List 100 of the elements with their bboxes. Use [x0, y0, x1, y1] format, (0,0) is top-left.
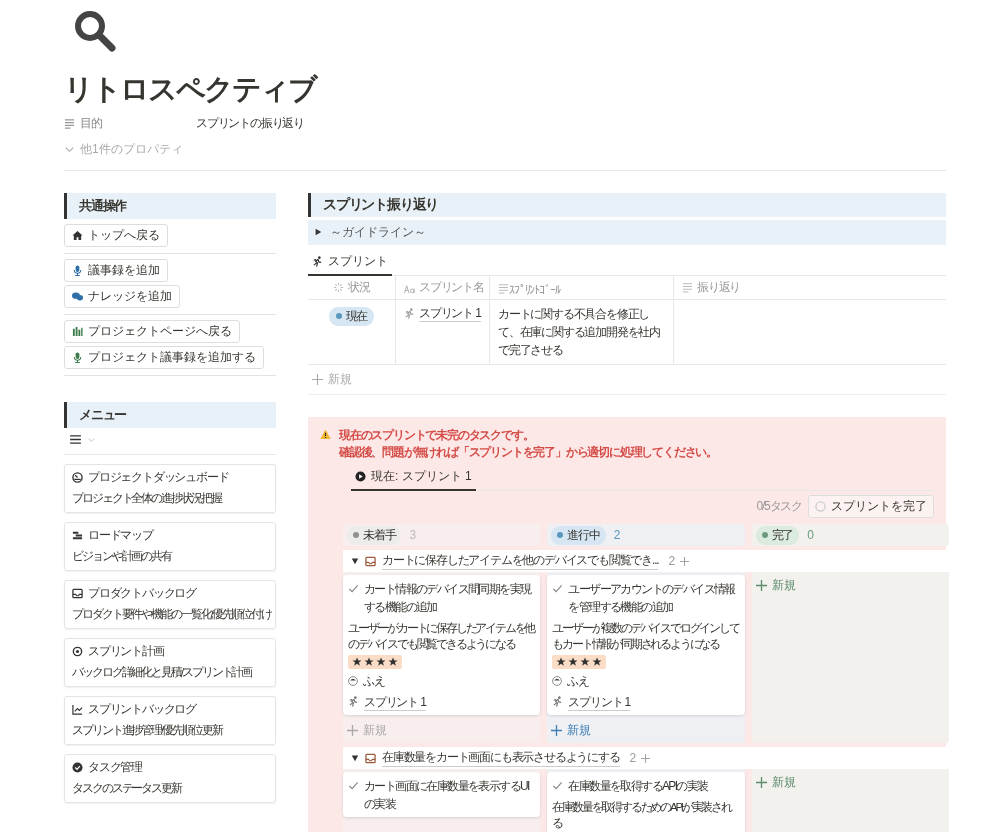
- menu-card-title: ロードマップ: [88, 527, 153, 545]
- task-card[interactable]: カート画面に在庫数量を表示するUIの実装: [343, 772, 541, 818]
- task-title: カート情報のデバイス間同期を実現する機能の追加: [364, 581, 532, 617]
- column-count: 0: [807, 528, 813, 543]
- text-lines-icon: [64, 118, 75, 130]
- section-heading: スプリント振り返り: [308, 192, 946, 217]
- dashboard-icon: [72, 472, 83, 484]
- status-tag: 完了: [755, 525, 800, 545]
- plus-icon: [755, 580, 767, 592]
- group-header[interactable]: カートに保存したアイテムを他のデバイスでも閲覧でき... 2: [343, 550, 949, 573]
- task-description: 在庫数量を取得するためのAPIが実装される: [552, 800, 733, 832]
- list-view-icon[interactable]: [70, 435, 81, 445]
- task-card[interactable]: ユーザーアカウントのデバイス情報を管理する機能の追加 ユーザーが複数のデバイスでログインしてもカート情報が同期されるようになる ふえ スプリント 1: [547, 575, 745, 716]
- new-card-button[interactable]: 新規: [751, 575, 800, 597]
- complete-sprint-button[interactable]: スプリントを完了: [808, 495, 934, 519]
- star-icon: [580, 656, 591, 667]
- star-icon: [568, 656, 579, 667]
- guideline-toggle[interactable]: ～ガイドライン～: [308, 219, 946, 245]
- inbox-icon: [72, 588, 83, 600]
- column-count: 2: [613, 528, 620, 543]
- view-tab[interactable]: 現在: スプリント 1: [351, 464, 476, 492]
- group-title[interactable]: 在庫数量をカート画面にも表示させるようにする: [382, 749, 620, 768]
- triangle-right-icon: [314, 228, 322, 237]
- warning-icon: [320, 428, 331, 440]
- target-icon: [72, 646, 83, 658]
- running-figure-icon: [404, 307, 415, 319]
- caret-down-icon[interactable]: [351, 754, 359, 763]
- status-tag: 未着手: [347, 525, 402, 545]
- property-label: 目的: [80, 115, 103, 133]
- avatar-icon: [552, 676, 563, 687]
- inbox-icon: [365, 752, 376, 764]
- menu-card[interactable]: プロジェクトダッシュボード プロジェクト全体の進捗状況把握: [64, 463, 276, 513]
- task-card[interactable]: カート情報のデバイス間同期を実現する機能の追加 ユーザーがカートに保存したアイテムを他のデバイスでも閲覧できるようになる ふえ スプリント 1: [343, 575, 541, 716]
- page-title: リトロスペクティブ: [64, 72, 319, 107]
- play-icon: [355, 471, 366, 483]
- star-icon: [592, 656, 603, 667]
- action-button[interactable]: プロジェクト議事録を追加する: [64, 345, 264, 369]
- star-icon: [556, 656, 567, 667]
- text-lines-icon: [498, 282, 509, 294]
- menu-card-description: ビジョンや計画の共有: [72, 548, 173, 564]
- inbox-icon: [365, 555, 376, 567]
- group-title[interactable]: カートに保存したアイテムを他のデバイスでも閲覧でき...: [382, 552, 659, 571]
- star-icon: [364, 656, 374, 667]
- avatar-icon: [348, 676, 358, 687]
- group-count: 2: [629, 751, 636, 766]
- action-button[interactable]: ナレッジを追加: [64, 284, 180, 308]
- task-title: ユーザーアカウントのデバイス情報を管理する機能の追加: [568, 581, 736, 617]
- microphone-icon: [72, 264, 83, 276]
- sprint-link[interactable]: スプリント 1: [364, 694, 426, 712]
- menu-card-description: スプリント進捗管理/優先順位更新: [72, 722, 224, 738]
- assignee-name: ふえ: [363, 672, 385, 690]
- status-tag: 進行中: [551, 525, 606, 545]
- caret-down-icon[interactable]: [351, 557, 359, 566]
- menu-card[interactable]: ロードマップ ビジョンや計画の共有: [64, 521, 276, 571]
- task-count: 0/5タスク: [756, 498, 802, 516]
- menu-card-title: スプリントバックログ: [88, 701, 196, 719]
- microphone-icon: [72, 351, 83, 363]
- task-description: ユーザーがカートに保存したアイテムを他のデバイスでも閲覧できるようになる: [348, 621, 536, 653]
- column-count: 3: [409, 528, 415, 543]
- task-card[interactable]: 在庫数量を取得するAPIの実装 在庫数量を取得するためのAPIが実装される: [547, 772, 745, 832]
- search-icon: [72, 8, 116, 52]
- action-button[interactable]: 議事録を追加: [64, 258, 168, 282]
- menu-card[interactable]: スプリント計画 バックログ詳細化と見積/スプリント計画: [64, 637, 276, 687]
- new-card-button[interactable]: 新規: [547, 720, 596, 742]
- group-header[interactable]: 在庫数量をカート画面にも表示させるようにする 2: [343, 747, 949, 770]
- section-heading: メニュー: [64, 401, 276, 428]
- menu-card[interactable]: タスク管理 タスクのステータス更新: [64, 753, 276, 803]
- section-heading: 共通操作: [64, 192, 276, 219]
- group-count: 2: [668, 554, 674, 569]
- menu-card-description: タスクのステータス更新: [72, 780, 183, 796]
- star-icon: [376, 656, 386, 667]
- plus-icon: [347, 725, 358, 737]
- text-type-icon: [404, 283, 415, 295]
- table-cell: カートに関する不具合を修正して、在庫に関する追加開発を社内で完了させる: [490, 299, 674, 364]
- menu-card[interactable]: スプリントバックログ スプリント進捗管理/優先順位更新: [64, 695, 276, 745]
- plus-icon: [755, 777, 767, 789]
- view-tab[interactable]: スプリント: [308, 248, 392, 276]
- action-button[interactable]: プロジェクトページへ戻る: [64, 319, 240, 343]
- property-value: スプリントの振り返り: [196, 115, 304, 133]
- sprint-link[interactable]: スプリント 1: [419, 305, 481, 323]
- new-card-button[interactable]: 新規: [751, 772, 800, 794]
- menu-card-title: プロジェクトダッシュボード: [88, 469, 229, 487]
- menu-card-description: プロジェクト全体の進捗状況把握: [72, 490, 223, 506]
- task-title: カート画面に在庫数量を表示するUIの実装: [364, 778, 531, 814]
- star-icon: [388, 656, 398, 667]
- running-figure-icon: [348, 696, 359, 708]
- running-figure-icon: [312, 255, 323, 267]
- menu-card-title: スプリント計画: [88, 643, 164, 661]
- action-button[interactable]: トップへ戻る: [64, 223, 168, 247]
- assignee-name: ふえ: [567, 672, 589, 690]
- checkmark-icon: [348, 780, 359, 792]
- sprint-link[interactable]: スプリント 1: [568, 694, 630, 712]
- bar-chart-icon: [72, 325, 83, 337]
- trend-chart-icon: [72, 704, 83, 716]
- star-icon: [352, 656, 362, 667]
- menu-card[interactable]: プロダクトバックログ プロダクト要件や機能の一覧化/優先順位付け: [64, 579, 276, 629]
- circle-icon: [815, 501, 826, 513]
- checkmark-icon: [552, 780, 564, 792]
- task-title: 在庫数量を取得するAPIの実装: [568, 778, 708, 796]
- check-circle-icon: [72, 762, 83, 774]
